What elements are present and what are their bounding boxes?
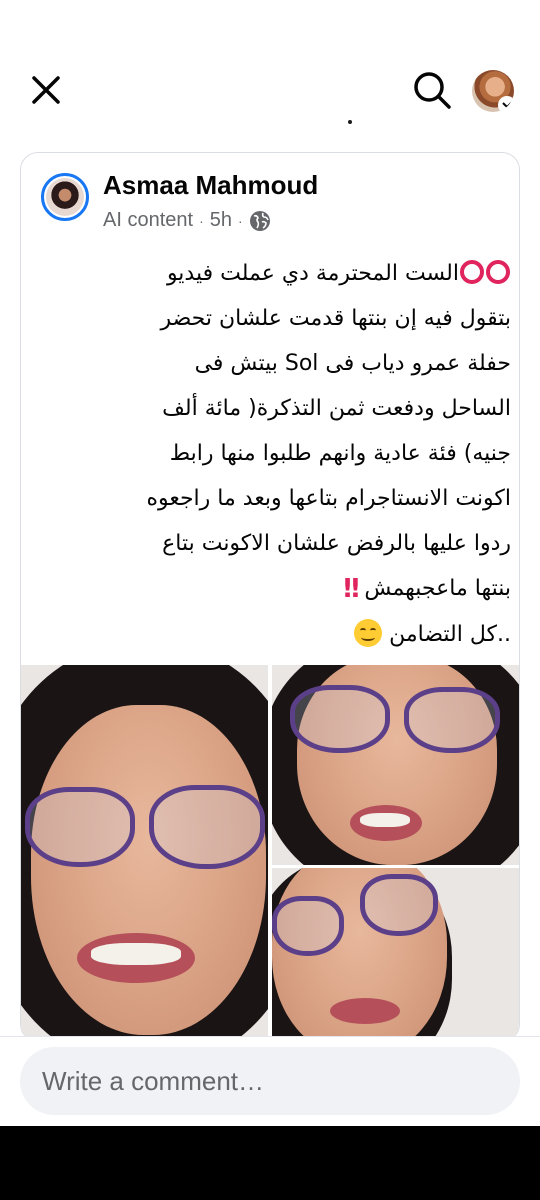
previous-content-edge [0,118,540,132]
post-card: Asmaa Mahmoud AI content · 5h · الست الم… [20,152,520,1042]
chevron-down-icon [498,96,514,112]
smile-emoji-icon [354,619,383,647]
comment-input[interactable] [20,1047,520,1115]
comment-bar [0,1036,540,1126]
emoji-red-circle [460,260,484,284]
post-text-line: ..كل التضامن [389,622,511,647]
system-navigation-bar [0,1126,540,1200]
photo-grid [21,665,519,1041]
double-exclamation-icon: !! [341,574,362,604]
top-bar [0,0,540,130]
post-text-line: جنيه) فئة عادية وانهم طلبوا منها رابط [169,441,511,466]
post-meta: AI content · 5h · [103,209,271,232]
post-text-line: ردوا عليها بالرفض علشان الاكونت بتاع [162,531,511,556]
post-text-line: بتقول فيه إن بنتها قدمت علشان تحضر [160,306,511,331]
post-text-line: حفلة عمرو دياب فى Sol بيتش فى [194,351,511,376]
post-text-line: اكونت الانستاجرام بتاعها وبعد ما راجعوه [146,486,511,511]
post-text: الست المحترمة دي عملت فيديو بتقول فيه إن… [61,251,511,657]
post-text-line: الست المحترمة دي عملت فيديو [166,261,459,286]
emoji-red-circle [486,260,510,284]
post-photo[interactable] [21,665,268,1041]
author-avatar[interactable] [41,173,89,221]
globe-icon [249,210,270,231]
author-name[interactable]: Asmaa Mahmoud [103,170,318,201]
separator-dot: · [237,212,243,229]
post-time[interactable]: 5h [210,209,232,232]
ai-content-label[interactable]: AI content [103,209,193,232]
post-photo[interactable] [272,868,519,1041]
post-text-line: بنتها ماعجبهمش [364,576,511,601]
post-text-line: الساحل ودفعت ثمن التذكرة( مائة ألف [162,396,511,421]
avatar[interactable] [472,70,514,112]
search-icon[interactable] [412,70,452,110]
separator-dot: · [199,212,204,229]
post-photo[interactable] [272,665,519,865]
close-icon[interactable] [28,72,64,108]
